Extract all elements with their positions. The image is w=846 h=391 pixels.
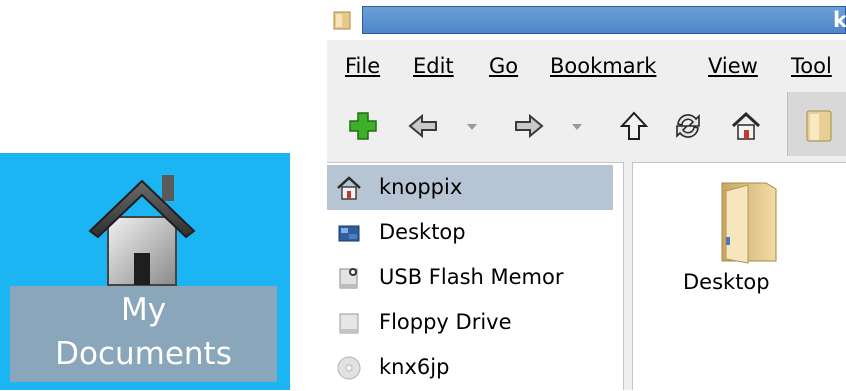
- new-tab-icon[interactable]: [347, 110, 379, 142]
- sidebar-item-knx6jp[interactable]: knx6jp: [327, 345, 613, 390]
- menu-tools[interactable]: Tool: [791, 53, 832, 79]
- menu-bookmark[interactable]: Bookmark: [550, 53, 656, 79]
- window-title: k: [833, 8, 846, 32]
- home-icon: [88, 175, 196, 286]
- pane-splitter[interactable]: [623, 162, 633, 390]
- sidebar-item-desktop[interactable]: Desktop: [327, 210, 613, 255]
- desktop-icon-label: My Documents: [10, 286, 277, 382]
- usb-drive-icon: [339, 268, 358, 289]
- floppy-drive-icon: [339, 313, 359, 334]
- sidebar-item-floppy-drive[interactable]: Floppy Drive: [327, 300, 613, 345]
- sidebar-item-label: Desktop: [379, 220, 466, 244]
- title-bar[interactable]: k: [327, 0, 846, 40]
- folder-icon: [721, 182, 777, 264]
- forward-icon[interactable]: [513, 110, 545, 142]
- folder-icon: [806, 110, 832, 142]
- reload-icon[interactable]: [672, 110, 704, 142]
- label-line-2: Documents: [55, 336, 232, 372]
- file-item-label: Desktop: [683, 270, 770, 294]
- menu-view[interactable]: View: [708, 53, 758, 79]
- title-bar-highlight: k: [362, 6, 846, 34]
- places-sidebar: knoppix Desktop USB Flash Memor Floppy D…: [327, 162, 623, 391]
- back-icon[interactable]: [407, 110, 439, 142]
- home-icon: [337, 176, 361, 200]
- forward-history-dropdown[interactable]: [572, 124, 582, 130]
- file-manager-window: k File Edit Go Bookmark View Tool knoppi…: [327, 0, 846, 391]
- desktop-icon: [338, 225, 360, 242]
- home-icon[interactable]: [730, 110, 762, 142]
- folder-icon: [333, 11, 351, 30]
- sidebar-item-label: knoppix: [379, 175, 463, 199]
- sidebar-item-usb-flash-memory[interactable]: USB Flash Memor: [327, 255, 613, 300]
- sidebar-item-label: USB Flash Memor: [379, 265, 564, 289]
- up-icon[interactable]: [618, 110, 650, 142]
- menu-file[interactable]: File: [345, 53, 380, 79]
- toolbar: [327, 92, 846, 162]
- file-view: Desktop: [633, 162, 846, 391]
- sidebar-item-label: Floppy Drive: [379, 310, 512, 334]
- label-line-1: My: [120, 292, 167, 328]
- toolbar-folder-button[interactable]: [787, 92, 846, 156]
- cd-icon: [337, 356, 361, 380]
- desktop-my-documents-shortcut[interactable]: My Documents: [0, 153, 290, 390]
- sidebar-item-knoppix[interactable]: knoppix: [327, 165, 613, 210]
- menu-edit[interactable]: Edit: [413, 53, 454, 79]
- back-history-dropdown[interactable]: [467, 124, 477, 130]
- menu-bar: File Edit Go Bookmark View Tool: [327, 40, 846, 92]
- menu-go[interactable]: Go: [489, 53, 518, 79]
- sidebar-item-label: knx6jp: [379, 355, 450, 379]
